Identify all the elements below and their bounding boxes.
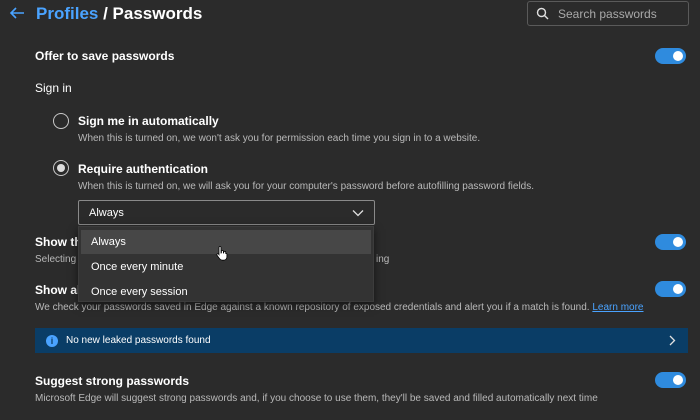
show-reveal-toggle[interactable] xyxy=(655,234,686,250)
offer-to-save-toggle[interactable] xyxy=(655,48,686,64)
sign-in-automatically-label: Sign me in automatically xyxy=(78,114,219,128)
chevron-right-icon xyxy=(669,335,676,346)
require-authentication-radio[interactable] xyxy=(53,160,69,176)
suggest-strong-passwords-toggle[interactable] xyxy=(655,372,686,388)
sign-in-automatically-description: When this is turned on, we won't ask you… xyxy=(78,133,481,144)
info-icon: i xyxy=(46,334,58,347)
sign-in-automatically-radio[interactable] xyxy=(53,113,69,129)
leaked-passwords-banner-text: No new leaked passwords found xyxy=(66,335,211,346)
sign-in-heading: Sign in xyxy=(35,81,72,95)
offer-to-save-label: Offer to save passwords xyxy=(35,49,175,63)
authentication-frequency-select[interactable]: Always xyxy=(78,200,375,225)
leaked-passwords-banner[interactable]: i No new leaked passwords found xyxy=(35,328,688,353)
require-authentication-description: When this is turned on, we will ask you … xyxy=(78,181,535,192)
breadcrumb-profiles-link[interactable]: Profiles xyxy=(36,4,98,23)
page-title: Passwords xyxy=(112,4,203,23)
suggest-strong-passwords-label: Suggest strong passwords xyxy=(35,374,190,388)
learn-more-link[interactable]: Learn more xyxy=(592,302,643,313)
breadcrumb: Profiles / Passwords xyxy=(36,3,202,25)
dropdown-option-once-every-session[interactable]: Once every session xyxy=(81,280,371,304)
search-icon xyxy=(536,7,549,20)
hand-pointer-icon xyxy=(216,245,228,266)
show-reveal-description-tail: ing xyxy=(376,254,390,265)
breadcrumb-separator: / xyxy=(98,4,113,23)
search-input[interactable] xyxy=(558,6,678,21)
show-alerts-toggle[interactable] xyxy=(655,281,686,297)
select-value: Always xyxy=(89,206,124,219)
search-box[interactable] xyxy=(527,1,689,26)
chevron-down-icon xyxy=(352,209,364,216)
show-reveal-description: Selecting xyxy=(35,254,77,265)
require-authentication-label: Require authentication xyxy=(78,162,209,176)
suggest-strong-passwords-description: Microsoft Edge will suggest strong passw… xyxy=(35,393,598,404)
back-arrow-icon[interactable] xyxy=(8,4,28,24)
